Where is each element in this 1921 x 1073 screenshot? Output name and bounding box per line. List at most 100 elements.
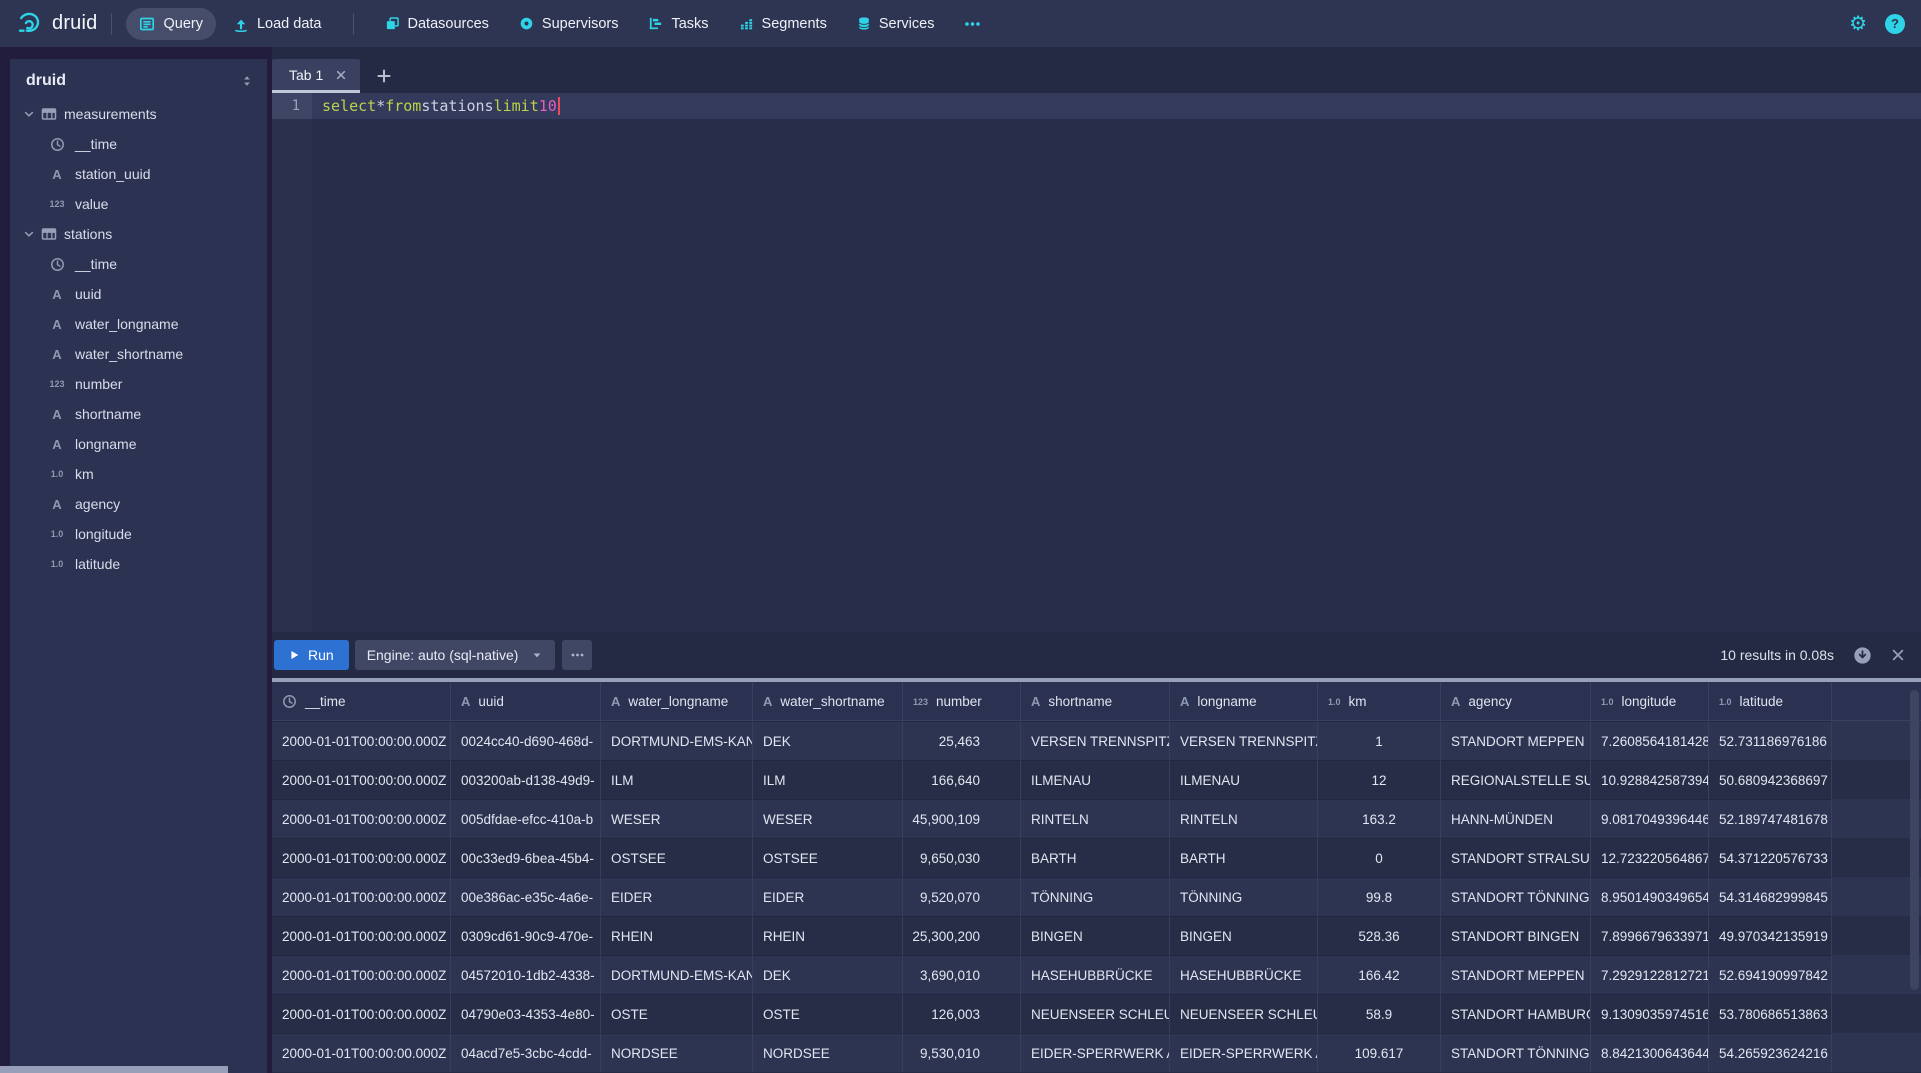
- cell-km[interactable]: 166.42: [1318, 955, 1441, 994]
- cell-km[interactable]: 163.2: [1318, 799, 1441, 838]
- cell-uuid[interactable]: 0024cc40-d690-468d-: [451, 721, 601, 760]
- cell-uuid[interactable]: 04acd7e5-3cbc-4cdd-: [451, 1033, 601, 1072]
- cell-km[interactable]: 1: [1318, 721, 1441, 760]
- cell-time[interactable]: 2000-01-01T00:00:00.000Z: [272, 1033, 451, 1072]
- cell-longname[interactable]: TÖNNING: [1170, 877, 1318, 916]
- cell-agency[interactable]: STANDORT TÖNNING: [1441, 1033, 1591, 1072]
- query-more-button[interactable]: [562, 640, 592, 670]
- tree-column-water-shortname[interactable]: A water_shortname: [10, 339, 267, 369]
- cell-latitude[interactable]: 54.371220576733: [1709, 838, 1832, 877]
- tree-column-value[interactable]: 123 value: [10, 189, 267, 219]
- cell-time[interactable]: 2000-01-01T00:00:00.000Z: [272, 877, 451, 916]
- close-tab-icon[interactable]: [335, 69, 347, 81]
- cell-longname[interactable]: RINTELN: [1170, 799, 1318, 838]
- cell-water-longname[interactable]: DORTMUND-EMS-KANAL: [601, 955, 753, 994]
- cell-time[interactable]: 2000-01-01T00:00:00.000Z: [272, 799, 451, 838]
- cell-longname[interactable]: EIDER-SPERRWERK AP: [1170, 1033, 1318, 1072]
- cell-water-shortname[interactable]: OSTSEE: [753, 838, 903, 877]
- cell-uuid[interactable]: 005dfdae-efcc-410a-b: [451, 799, 601, 838]
- cell-latitude[interactable]: 54.314682999845: [1709, 877, 1832, 916]
- cell-water-longname[interactable]: ILM: [601, 760, 753, 799]
- cell-agency[interactable]: REGIONALSTELLE SUH: [1441, 760, 1591, 799]
- tree-column-latitude[interactable]: 1.0 latitude: [10, 549, 267, 579]
- cell-shortname[interactable]: BINGEN: [1021, 916, 1170, 955]
- nav-item-services[interactable]: Services: [844, 8, 948, 40]
- tree-column-km[interactable]: 1.0 km: [10, 459, 267, 489]
- cell-km[interactable]: 528.36: [1318, 916, 1441, 955]
- cell-water-longname[interactable]: OSTE: [601, 994, 753, 1033]
- cell-shortname[interactable]: NEUENSEER SCHLEUS: [1021, 994, 1170, 1033]
- cell-time[interactable]: 2000-01-01T00:00:00.000Z: [272, 760, 451, 799]
- cell-longname[interactable]: HASEHUBBRÜCKE: [1170, 955, 1318, 994]
- nav-item-tasks[interactable]: Tasks: [635, 8, 721, 40]
- cell-longitude[interactable]: 10.928842587394: [1591, 760, 1709, 799]
- druid-logo[interactable]: druid: [16, 10, 97, 37]
- cell-shortname[interactable]: VERSEN TRENNSPITZE: [1021, 721, 1170, 760]
- cell-longitude[interactable]: 7.2929122812721: [1591, 955, 1709, 994]
- cell-uuid[interactable]: 04790e03-4353-4e80-: [451, 994, 601, 1033]
- cell-agency[interactable]: STANDORT BINGEN: [1441, 916, 1591, 955]
- cell-km[interactable]: 12: [1318, 760, 1441, 799]
- cell-number[interactable]: 9,650,030: [903, 838, 1021, 877]
- cell-number[interactable]: 25,463: [903, 721, 1021, 760]
- tree-column-agency[interactable]: A agency: [10, 489, 267, 519]
- tree-column-shortname[interactable]: A shortname: [10, 399, 267, 429]
- cell-number[interactable]: 9,520,070: [903, 877, 1021, 916]
- cell-longname[interactable]: ILMENAU: [1170, 760, 1318, 799]
- cell-uuid[interactable]: 0309cd61-90c9-470e-: [451, 916, 601, 955]
- tree-column-longitude[interactable]: 1.0 longitude: [10, 519, 267, 549]
- nav-item-segments[interactable]: Segments: [726, 8, 840, 40]
- cell-water-longname[interactable]: NORDSEE: [601, 1033, 753, 1072]
- cell-latitude[interactable]: 52.694190997842: [1709, 955, 1832, 994]
- cell-latitude[interactable]: 54.265923624216: [1709, 1033, 1832, 1072]
- cell-shortname[interactable]: BARTH: [1021, 838, 1170, 877]
- column-header-latitude[interactable]: 1.0 latitude: [1709, 682, 1832, 721]
- run-button[interactable]: Run: [274, 640, 349, 670]
- cell-uuid[interactable]: 04572010-1db2-4338-: [451, 955, 601, 994]
- cell-water-shortname[interactable]: NORDSEE: [753, 1033, 903, 1072]
- horizontal-scrollbar[interactable]: [0, 1066, 228, 1073]
- cell-longitude[interactable]: 7.8996679633971: [1591, 916, 1709, 955]
- cell-agency[interactable]: STANDORT HAMBURG: [1441, 994, 1591, 1033]
- nav-item-query[interactable]: Query: [126, 8, 216, 40]
- column-header-uuid[interactable]: A uuid: [451, 682, 601, 721]
- cell-shortname[interactable]: TÖNNING: [1021, 877, 1170, 916]
- cell-water-shortname[interactable]: WESER: [753, 799, 903, 838]
- cell-longitude[interactable]: 9.1309035974516: [1591, 994, 1709, 1033]
- tree-column-uuid[interactable]: A uuid: [10, 279, 267, 309]
- cell-water-longname[interactable]: EIDER: [601, 877, 753, 916]
- cell-km[interactable]: 58.9: [1318, 994, 1441, 1033]
- cell-longitude[interactable]: 7.2608564181428: [1591, 721, 1709, 760]
- cell-shortname[interactable]: EIDER-SPERRWERK AP: [1021, 1033, 1170, 1072]
- cell-km[interactable]: 109.617: [1318, 1033, 1441, 1072]
- column-header-number[interactable]: 123 number: [903, 682, 1021, 721]
- cell-water-longname[interactable]: DORTMUND-EMS-KANAL: [601, 721, 753, 760]
- cell-agency[interactable]: STANDORT MEPPEN: [1441, 955, 1591, 994]
- cell-time[interactable]: 2000-01-01T00:00:00.000Z: [272, 721, 451, 760]
- nav-item-datasources[interactable]: Datasources: [372, 8, 502, 40]
- cell-time[interactable]: 2000-01-01T00:00:00.000Z: [272, 916, 451, 955]
- sql-code-area[interactable]: select * from stations limit 10: [312, 93, 1921, 632]
- cell-longname[interactable]: NEUENSEER SCHLEUS: [1170, 994, 1318, 1033]
- cell-shortname[interactable]: ILMENAU: [1021, 760, 1170, 799]
- engine-select[interactable]: Engine: auto (sql-native): [355, 640, 556, 670]
- cell-longitude[interactable]: 8.9501490349654: [1591, 877, 1709, 916]
- cell-agency[interactable]: STANDORT MEPPEN: [1441, 721, 1591, 760]
- cell-number[interactable]: 45,900,109: [903, 799, 1021, 838]
- column-header-agency[interactable]: A agency: [1441, 682, 1591, 721]
- tree-column-time[interactable]: __time: [10, 129, 267, 159]
- cell-longitude[interactable]: 8.8421300643644: [1591, 1033, 1709, 1072]
- cell-time[interactable]: 2000-01-01T00:00:00.000Z: [272, 838, 451, 877]
- cell-water-shortname[interactable]: OSTE: [753, 994, 903, 1033]
- column-header-longname[interactable]: A longname: [1170, 682, 1318, 721]
- cell-longitude[interactable]: 12.723220564867: [1591, 838, 1709, 877]
- column-header-time[interactable]: __time: [272, 682, 451, 721]
- cell-longname[interactable]: VERSEN TRENNSPITZE: [1170, 721, 1318, 760]
- tree-column-station-uuid[interactable]: A station_uuid: [10, 159, 267, 189]
- cell-time[interactable]: 2000-01-01T00:00:00.000Z: [272, 994, 451, 1033]
- cell-shortname[interactable]: RINTELN: [1021, 799, 1170, 838]
- cell-water-shortname[interactable]: DEK: [753, 955, 903, 994]
- cell-agency[interactable]: STANDORT TÖNNING: [1441, 877, 1591, 916]
- cell-agency[interactable]: HANN-MÜNDEN: [1441, 799, 1591, 838]
- cell-uuid[interactable]: 003200ab-d138-49d9-: [451, 760, 601, 799]
